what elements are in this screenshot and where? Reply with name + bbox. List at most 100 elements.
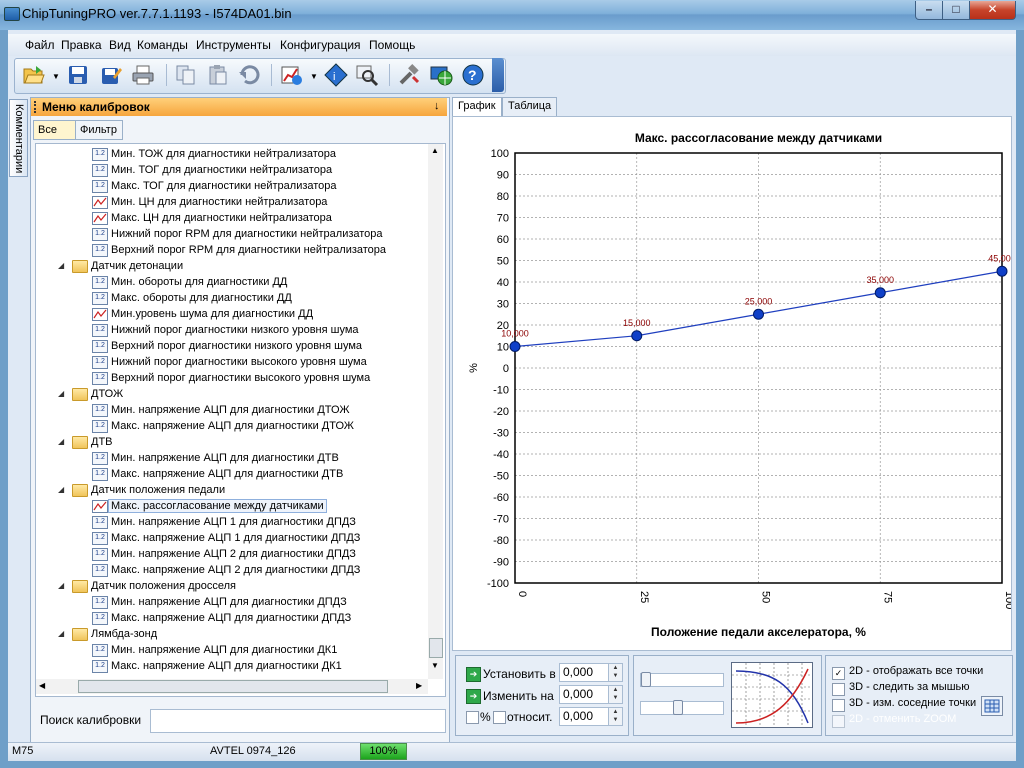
save-icon[interactable] [66, 63, 90, 87]
tree-item-label: Макс. обороты для диагностики ДД [111, 292, 292, 304]
tree-item-label: ДТОЖ [91, 388, 124, 400]
scroll-thumb[interactable] [429, 638, 443, 658]
paste-icon[interactable] [206, 63, 230, 87]
collapse-arrow-icon[interactable]: ◢ [58, 485, 64, 494]
tree-item-label: ДТВ [91, 436, 113, 448]
copy-icon[interactable] [174, 63, 198, 87]
pin-icon[interactable]: ↓ [434, 100, 440, 112]
y-tick-label: 90 [497, 170, 509, 182]
slider-2-thumb[interactable] [673, 700, 683, 715]
scalar-value-icon: 1.2 [92, 420, 108, 433]
close-button[interactable]: ✕ [969, 1, 1016, 20]
relative-spinner[interactable]: ▲ ▼ [608, 707, 623, 726]
menu-commands[interactable]: Команды [137, 38, 188, 52]
change-spinner[interactable]: ▲ ▼ [608, 685, 623, 704]
tree-item-label: Мин. напряжение АЦП 2 для диагностики ДП… [111, 548, 356, 560]
x-tick-label: 100 [1003, 591, 1011, 609]
save-as-icon[interactable] [99, 63, 123, 87]
collapse-arrow-icon[interactable]: ◢ [58, 629, 64, 638]
relative-value-input[interactable]: 0,000 [559, 707, 612, 726]
tools-icon[interactable] [397, 63, 421, 87]
print-icon[interactable] [131, 63, 155, 87]
menu-tools[interactable]: Инструменты [196, 38, 271, 52]
option-checkbox[interactable] [832, 683, 845, 696]
collapse-arrow-icon[interactable]: ◢ [58, 389, 64, 398]
toolbar-overflow[interactable] [492, 58, 504, 92]
data-label: 25,000 [745, 296, 773, 306]
tab-all[interactable]: Все [33, 120, 77, 140]
percent-checkbox[interactable] [466, 711, 479, 724]
option-checkbox[interactable] [832, 699, 845, 712]
set-value-input[interactable]: 0,000 [559, 663, 612, 682]
x-tick-label: 0 [516, 591, 528, 597]
y-axis-label: % [468, 363, 480, 373]
percent-label: % [480, 710, 491, 724]
undo-icon[interactable] [238, 63, 262, 87]
tree-item-label: Макс. напряжение АЦП 1 для диагностики Д… [111, 532, 361, 544]
tree-vertical-scrollbar[interactable]: ▲ ▼ [428, 144, 443, 679]
tree-item-label: Датчик детонации [91, 260, 184, 272]
scroll-down-icon[interactable]: ▼ [431, 661, 439, 670]
search-table-icon[interactable] [355, 63, 379, 87]
open-folder-icon[interactable] [22, 63, 46, 87]
menu-edit[interactable]: Правка [61, 38, 102, 52]
y-tick-label: 70 [497, 213, 509, 225]
menu-view[interactable]: Вид [109, 38, 131, 52]
collapse-arrow-icon[interactable]: ◢ [58, 581, 64, 590]
maximize-button[interactable]: □ [942, 1, 970, 20]
relative-checkbox[interactable] [493, 711, 506, 724]
hscroll-thumb[interactable] [78, 680, 388, 693]
slider-1[interactable] [640, 673, 724, 687]
tree-item-label: Мин. ТОЖ для диагностики нейтрализатора [111, 148, 337, 160]
collapse-arrow-icon[interactable]: ◢ [58, 261, 64, 270]
menu-config[interactable]: Конфигурация [280, 38, 361, 52]
svg-text:?: ? [468, 67, 477, 83]
scroll-right-icon[interactable]: ▶ [416, 681, 422, 690]
scroll-up-icon[interactable]: ▲ [431, 146, 439, 155]
y-tick-label: 60 [497, 234, 509, 246]
scalar-value-icon: 1.2 [92, 612, 108, 625]
help-icon[interactable]: ? [461, 63, 485, 87]
tab-filter[interactable]: Фильтр [75, 120, 123, 140]
y-tick-label: -20 [493, 406, 509, 418]
scalar-value-icon: 1.2 [92, 660, 108, 673]
app-icon [4, 7, 20, 21]
minimize-button[interactable]: – [915, 1, 943, 20]
tree-item-label: Мин. напряжение АЦП для диагностики ДТВ [111, 452, 339, 464]
set-arrow-icon[interactable]: ➔ [466, 667, 481, 682]
x-axis-label: Положение педали акселератора, % [651, 625, 866, 639]
menu-help[interactable]: Помощь [369, 38, 415, 52]
folder-icon [72, 388, 88, 401]
tree-horizontal-scrollbar[interactable]: ◀ ▶ [36, 679, 428, 694]
option-label: 2D - отображать все точки [849, 665, 984, 677]
collapse-arrow-icon[interactable]: ◢ [58, 437, 64, 446]
line-chart[interactable]: Макс. рассогласование между датчиками100… [453, 117, 1016, 650]
x-tick-label: 25 [638, 591, 650, 603]
curve-table-icon [92, 196, 108, 209]
option-checkbox[interactable] [832, 715, 845, 728]
chart-dropdown-icon[interactable]: ▼ [310, 72, 318, 81]
mini-curve-preview[interactable] [731, 662, 813, 728]
tree-item-label: Макс. ТОГ для диагностики нейтрализатора [111, 180, 337, 192]
chart-view-icon[interactable] [280, 63, 304, 87]
set-label: Установить в [483, 667, 556, 681]
scroll-left-icon[interactable]: ◀ [39, 681, 45, 690]
drag-grip-icon[interactable] [34, 101, 39, 113]
option-checkbox[interactable]: ✓ [832, 667, 845, 680]
set-spinner[interactable]: ▲ ▼ [608, 663, 623, 682]
relative-label: относит. [507, 710, 553, 724]
change-arrow-icon[interactable]: ➔ [466, 689, 481, 704]
change-value-input[interactable]: 0,000 [559, 685, 612, 704]
info-diamond-icon[interactable]: i [324, 63, 348, 87]
menu-file[interactable]: Файл [25, 38, 55, 52]
slider-1-thumb[interactable] [641, 672, 651, 687]
curve-table-icon [92, 212, 108, 225]
y-tick-label: -30 [493, 428, 509, 440]
tab-table[interactable]: Таблица [502, 97, 558, 117]
search-input[interactable] [150, 709, 446, 733]
tab-graph[interactable]: График [452, 97, 502, 117]
tree-item-label: Лямбда-зонд [91, 628, 158, 640]
open-dropdown-icon[interactable]: ▼ [52, 72, 60, 81]
web-update-icon[interactable] [429, 63, 453, 87]
grid-view-button[interactable] [981, 696, 1003, 716]
